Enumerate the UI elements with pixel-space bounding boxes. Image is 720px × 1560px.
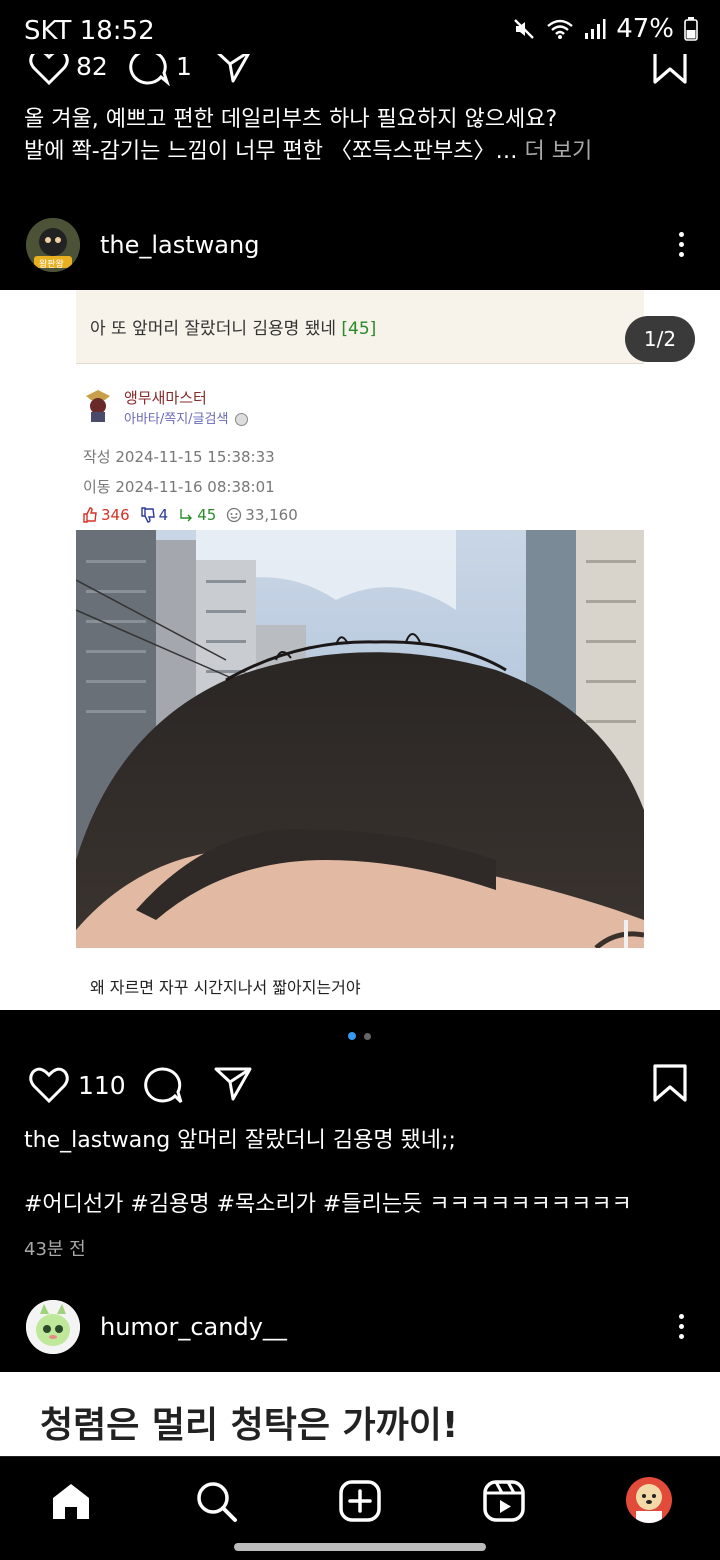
author-avatar-icon	[83, 388, 113, 424]
status-bar: SKT 18:52 47%	[0, 0, 720, 54]
share-button[interactable]	[214, 1066, 252, 1102]
next-post-options-button[interactable]	[676, 1314, 686, 1339]
view-icon	[227, 507, 242, 523]
status-carrier-time: SKT 18:52	[24, 16, 155, 46]
post-hashtags[interactable]: #어디선가 #김용명 #목소리가 #들리는듯 ㅋㅋㅋㅋㅋㅋㅋㅋㅋㅋ	[24, 1189, 714, 1221]
author-links-text: 아바타/쪽지/글검색	[124, 412, 229, 427]
upvote-count: 346	[101, 506, 130, 524]
reels-icon[interactable]	[482, 1479, 526, 1523]
post-username[interactable]: the_lastwang	[100, 231, 259, 259]
prev-caption: 올 겨울, 예쁘고 편한 데일리부츠 하나 필요하지 않으세요? 발에 쫙-감기…	[24, 104, 704, 168]
view-count: 33,160	[245, 506, 298, 524]
downvote-stat: 4	[140, 506, 169, 524]
clock: 18:52	[79, 16, 155, 46]
post-media[interactable]: 아 또 앞머리 잘랐더니 김용명 됐네 [45] 1/2 앵무새마스터 아바타/…	[0, 290, 720, 1010]
post-avatar[interactable]: 왕판왕	[26, 218, 80, 272]
board-comment-count: [45]	[341, 319, 377, 339]
profile-avatar[interactable]	[626, 1477, 672, 1523]
next-post-media[interactable]: 청렴은 멀리 청탁은 가까이!	[0, 1372, 720, 1456]
level-badge-icon	[234, 413, 248, 426]
prev-caption-line1: 올 겨울, 예쁘고 편한 데일리부츠 하나 필요하지 않으세요?	[24, 107, 558, 132]
mute-icon	[512, 17, 536, 41]
post-stats: 346 4 45 33,160	[82, 506, 298, 524]
thumbs-up-icon	[83, 507, 97, 523]
caption-text: 앞머리 잘랐더니 김용명 됐네;;	[177, 1128, 456, 1153]
comment-button[interactable]	[142, 1066, 184, 1106]
page-counter: 1/2	[625, 316, 695, 362]
wifi-icon	[546, 17, 574, 41]
post-time: 43분 전	[24, 1239, 86, 1260]
next-post-headline: 청렴은 멀리 청탁은 가까이!	[40, 1405, 459, 1446]
carousel-dot-active	[348, 1032, 356, 1040]
view-stat: 33,160	[226, 506, 298, 524]
create-icon[interactable]	[338, 1479, 382, 1523]
prev-caption-line2: 발에 쫙-감기는 느낌이 너무 편한 〈쪼득스판부츠〉… 더 보기	[24, 136, 704, 168]
post-caption: the_lastwang 앞머리 잘랐더니 김용명 됐네;;	[24, 1125, 704, 1157]
search-icon[interactable]	[194, 1479, 238, 1523]
battery-icon	[684, 17, 698, 41]
prev-caption-line2-text: 발에 쫙-감기는 느낌이 너무 편한 〈쪼득스판부츠〉…	[24, 139, 518, 164]
save-button[interactable]	[652, 1064, 688, 1102]
photo-caption: 왜 자르면 자꾸 시간지나서 짧아지는거야	[90, 978, 361, 997]
written-date: 작성 2024-11-15 15:38:33	[83, 448, 275, 466]
more-link[interactable]: 더 보기	[524, 139, 592, 164]
bangs-photo	[76, 530, 644, 948]
upvote-stat: 346	[82, 506, 130, 524]
board-title-text: 아 또 앞머리 잘랐더니 김용명 됐네	[90, 319, 336, 339]
author-name: 앵무새마스터	[124, 389, 207, 407]
thumbs-down-icon	[140, 507, 155, 523]
battery-percent: 47%	[616, 14, 674, 44]
downvote-count: 4	[158, 506, 169, 524]
home-icon[interactable]	[50, 1481, 92, 1521]
moved-date: 이동 2024-11-16 08:38:01	[83, 478, 275, 496]
post-options-button[interactable]	[676, 232, 686, 257]
reply-stat: 45	[178, 506, 216, 524]
next-post-username[interactable]: humor_candy__	[100, 1313, 287, 1341]
avatar-badge: 왕판왕	[39, 260, 64, 270]
status-icons: 47%	[512, 14, 698, 44]
like-count[interactable]: 110	[78, 1071, 126, 1100]
board-title: 아 또 앞머리 잘랐더니 김용명 됐네 [45]	[90, 314, 376, 339]
reply-count: 45	[197, 506, 217, 524]
next-post-avatar[interactable]	[26, 1300, 80, 1354]
carousel-dot	[364, 1033, 371, 1040]
reply-arrow-icon	[180, 509, 193, 522]
carrier: SKT	[24, 16, 72, 46]
board-title-box: 아 또 앞머리 잘랐더니 김용명 됐네 [45]	[76, 290, 644, 364]
signal-icon	[584, 18, 606, 40]
like-button[interactable]	[28, 1066, 70, 1104]
caption-username[interactable]: the_lastwang	[24, 1128, 170, 1153]
gesture-home-bar[interactable]	[234, 1543, 486, 1551]
author-links: 아바타/쪽지/글검색	[124, 408, 248, 427]
prev-like-count: 82	[76, 52, 108, 81]
prev-comment-count: 1	[176, 52, 192, 81]
